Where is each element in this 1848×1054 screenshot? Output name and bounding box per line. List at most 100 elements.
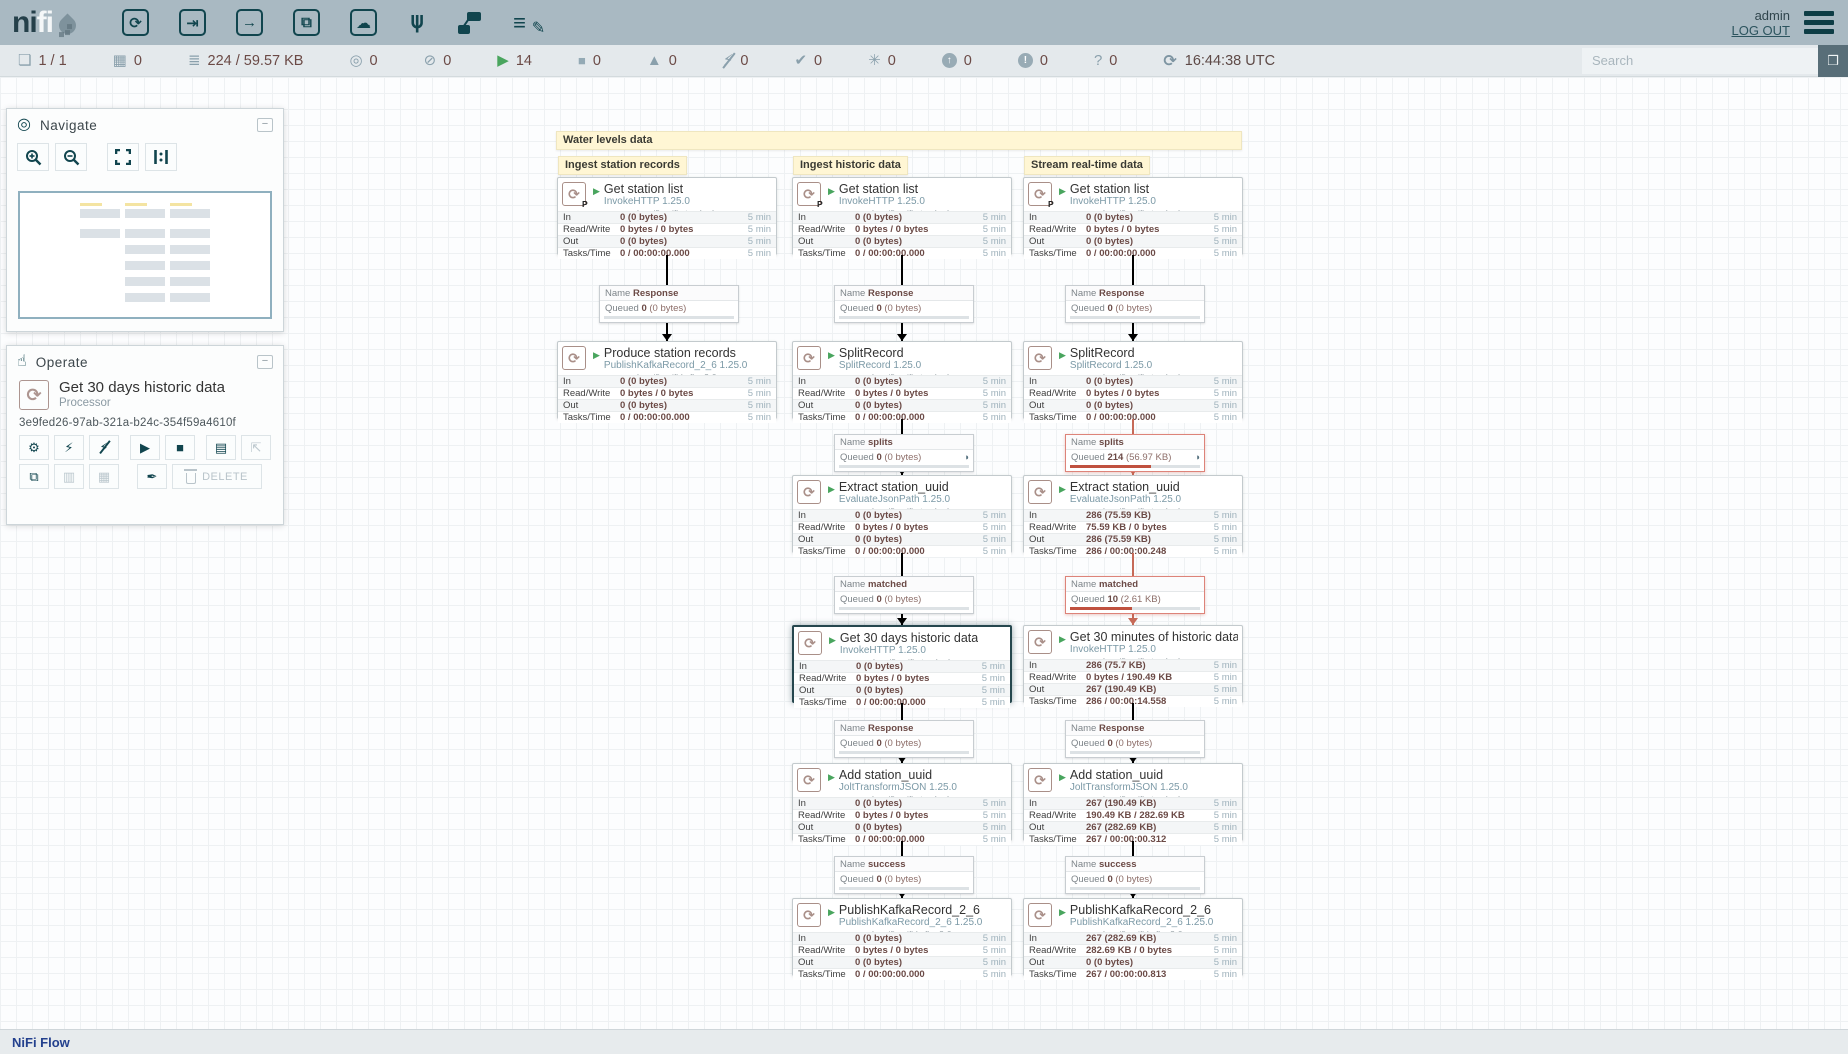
connection-name-label: Name — [840, 859, 868, 870]
connection-label-response[interactable]: Name ResponseQueued 0 (0 bytes) — [834, 285, 974, 323]
minimap-label-block — [80, 203, 102, 206]
label-icon[interactable]: ≡✎ — [513, 10, 541, 36]
fill-color-button[interactable]: ✒ — [137, 464, 167, 489]
connection-label-response[interactable]: Name ResponseQueued 0 (0 bytes) — [599, 285, 739, 323]
processor-header: ⟳▶PublishKafkaRecord_2_6PublishKafkaReco… — [1024, 899, 1242, 932]
queued-size: (0 bytes) — [1115, 874, 1152, 885]
global-menu-icon[interactable] — [1804, 11, 1834, 34]
connection-arrowhead — [1128, 334, 1138, 341]
stat-label: Out — [798, 822, 855, 833]
queue-bar — [1070, 316, 1200, 319]
processor-get-30-minutes-of-historic-data[interactable]: ⟳▶Get 30 minutes of historic dataInvokeH… — [1023, 625, 1243, 703]
zoom-in-button[interactable] — [17, 143, 49, 171]
process-group-icon[interactable]: ⧉ — [293, 9, 320, 36]
search-panel-button[interactable]: ❒ — [1818, 45, 1848, 77]
stat-row: In267 (282.69 KB)5 min — [1024, 932, 1242, 944]
primary-node-badge: P — [817, 199, 823, 209]
label-ingest-station-records[interactable]: Ingest station records — [558, 156, 687, 175]
stat-label: In — [1029, 798, 1086, 809]
stat-row: Out0 (0 bytes)5 min — [793, 533, 1011, 545]
refresh-icon[interactable]: ⟳ — [1163, 51, 1176, 71]
processor-get-station-list[interactable]: ⟳P▶Get station listInvokeHTTP 1.25.0org.… — [1023, 177, 1243, 255]
connection-label-success[interactable]: Name successQueued 0 (0 bytes) — [1065, 856, 1205, 894]
stat-window: 5 min — [1214, 388, 1237, 399]
save-template-button[interactable]: ▤ — [206, 435, 236, 460]
processor-icon[interactable]: ⟳ — [122, 9, 149, 36]
stat-window: 5 min — [748, 224, 771, 235]
connection-label-splits[interactable]: Name splitsQueued 214 (56.97 KB)◑ — [1065, 434, 1205, 472]
operate-collapse-button[interactable]: − — [257, 355, 273, 369]
minimap-block — [170, 261, 210, 270]
connection-label-response[interactable]: Name ResponseQueued 0 (0 bytes) — [1065, 720, 1205, 758]
stat-value: 267 (282.69 KB) — [1086, 933, 1214, 944]
breadcrumb-nifi-flow[interactable]: NiFi Flow — [12, 1035, 70, 1050]
connection-name-label: Name — [840, 288, 868, 299]
app-header: nifi ⟳⇥→⧉☁⋔≡✎ admin LOG OUT — [0, 0, 1848, 45]
output-port-icon[interactable]: → — [236, 9, 263, 36]
template-icon[interactable] — [457, 10, 483, 36]
enable-button[interactable]: ⚡ — [54, 435, 84, 460]
processor-extract-station-uuid[interactable]: ⟳▶Extract station_uuidEvaluateJsonPath 1… — [1023, 475, 1243, 553]
queued-label: Queued — [840, 738, 876, 749]
label-ingest-historic-data[interactable]: Ingest historic data — [793, 156, 908, 175]
connection-label-response[interactable]: Name ResponseQueued 0 (0 bytes) — [1065, 285, 1205, 323]
stat-row: Read/Write0 bytes / 0 bytes5 min — [793, 944, 1011, 956]
navigate-collapse-button[interactable]: − — [257, 118, 273, 132]
status-transmitting-remote-groups-value: 0 — [370, 53, 378, 69]
birdseye-minimap[interactable] — [18, 191, 272, 319]
label-stream-real-time-data[interactable]: Stream real-time data — [1024, 156, 1150, 175]
remote-process-group-icon[interactable]: ☁ — [350, 9, 377, 36]
stat-label: Tasks/Time — [798, 412, 855, 423]
processor-splitrecord[interactable]: ⟳▶SplitRecordSplitRecord 1.25.0org.apach… — [1023, 341, 1243, 419]
processor-publishkafkarecord-2-6[interactable]: ⟳▶PublishKafkaRecord_2_6PublishKafkaReco… — [1023, 898, 1243, 976]
funnel-icon[interactable]: ⋔ — [407, 9, 427, 36]
search-input[interactable] — [1582, 48, 1818, 74]
copy-button[interactable]: ⧉ — [19, 464, 49, 489]
connection-label-response[interactable]: Name ResponseQueued 0 (0 bytes) — [834, 720, 974, 758]
processor-name: SplitRecord — [1070, 347, 1195, 360]
processor-add-station-uuid[interactable]: ⟳▶Add station_uuidJoltTransformJSON 1.25… — [1023, 763, 1243, 841]
start-button[interactable]: ▶ — [130, 435, 160, 460]
queued-size: (0 bytes) — [884, 874, 921, 885]
input-port-icon[interactable]: ⇥ — [179, 9, 206, 36]
processor-get-station-list[interactable]: ⟳P▶Get station listInvokeHTTP 1.25.0org.… — [557, 177, 777, 255]
processor-produce-station-records[interactable]: ⟳▶Produce station recordsPublishKafkaRec… — [557, 341, 777, 419]
processor-add-station-uuid[interactable]: ⟳▶Add station_uuidJoltTransformJSON 1.25… — [792, 763, 1012, 841]
stat-value: 0 (0 bytes) — [620, 236, 748, 247]
connection-label-splits[interactable]: Name splitsQueued 0 (0 bytes)◑ — [834, 434, 974, 472]
running-status-icon: ▶ — [593, 350, 600, 361]
stat-row: Read/Write0 bytes / 190.49 KB5 min — [1024, 671, 1242, 683]
processor-type: InvokeHTTP 1.25.0 — [839, 197, 964, 208]
connection-name-label: Name — [840, 437, 868, 448]
connection-name-row: Name Response — [1066, 721, 1204, 736]
connection-label-matched[interactable]: Name matchedQueued 10 (2.61 KB) — [1065, 576, 1205, 614]
stat-label: In — [563, 376, 620, 387]
processor-get-30-days-historic-data[interactable]: ⟳▶Get 30 days historic dataInvokeHTTP 1.… — [792, 625, 1012, 703]
stat-window: 5 min — [983, 798, 1006, 809]
processor-extract-station-uuid[interactable]: ⟳▶Extract station_uuidEvaluateJsonPath 1… — [792, 475, 1012, 553]
processor-header: ⟳▶Extract station_uuidEvaluateJsonPath 1… — [793, 476, 1011, 509]
stat-label: Tasks/Time — [563, 248, 620, 259]
zoom-fit-button[interactable] — [107, 143, 139, 171]
stat-window: 5 min — [983, 810, 1006, 821]
zoom-actual-button[interactable] — [145, 143, 177, 171]
status-clustered-nodes: ❏1 / 1 — [18, 53, 67, 69]
processor-publishkafkarecord-2-6[interactable]: ⟳▶PublishKafkaRecord_2_6PublishKafkaReco… — [792, 898, 1012, 976]
stat-window: 5 min — [1214, 212, 1237, 223]
connection-name-row: Name splits — [1066, 435, 1204, 450]
processor-header: ⟳▶PublishKafkaRecord_2_6PublishKafkaReco… — [793, 899, 1011, 932]
stat-window: 5 min — [1214, 684, 1237, 695]
label-water-levels-data[interactable]: Water levels data — [556, 131, 1242, 150]
connection-label-success[interactable]: Name successQueued 0 (0 bytes) — [834, 856, 974, 894]
disable-button[interactable]: ⚡ — [89, 435, 119, 460]
processor-get-station-list[interactable]: ⟳P▶Get station listInvokeHTTP 1.25.0org.… — [792, 177, 1012, 255]
logout-link[interactable]: LOG OUT — [1731, 23, 1790, 38]
connection-queued-row: Queued 0 (0 bytes) — [1066, 736, 1204, 750]
zoom-out-button[interactable] — [55, 143, 87, 171]
processor-splitrecord[interactable]: ⟳▶SplitRecordSplitRecord 1.25.0org.apach… — [792, 341, 1012, 419]
configure-button[interactable]: ⚙ — [19, 435, 49, 460]
stop-button[interactable]: ■ — [165, 435, 195, 460]
connection-label-matched[interactable]: Name matchedQueued 0 (0 bytes) — [834, 576, 974, 614]
stat-value: 0 (0 bytes) — [855, 933, 983, 944]
stat-value: 286 / 00:00:14.558 — [1086, 696, 1214, 707]
